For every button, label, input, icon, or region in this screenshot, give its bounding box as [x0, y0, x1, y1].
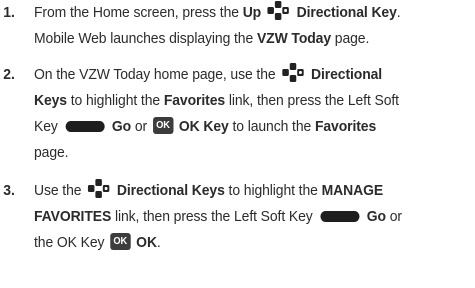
- step-text: page.: [34, 144, 69, 161]
- step-text: From the Home screen, press the: [34, 4, 239, 21]
- link-name: Favorites: [163, 92, 226, 109]
- step-text: link, then press the Left Soft: [228, 92, 399, 109]
- step-line: Use the Directional Keys to highlight th…: [34, 178, 439, 204]
- step-line: page.: [34, 140, 439, 166]
- step-text: Key: [34, 118, 58, 135]
- step-text: link, then press the Left Soft Key: [114, 208, 313, 225]
- key-name: Keys: [34, 92, 67, 109]
- key-name: Directional Key: [296, 4, 397, 21]
- key-name: OK: [136, 234, 157, 251]
- step-text: or: [389, 208, 402, 225]
- step-number: 1.: [3, 4, 15, 21]
- step-text: page.: [334, 30, 370, 47]
- step-number: 2.: [3, 66, 15, 83]
- ok-key-icon: OK: [110, 232, 131, 250]
- directional-keypad-icon: [282, 63, 304, 83]
- step-text: .: [396, 4, 401, 21]
- ok-key-icon: OK: [152, 116, 174, 134]
- step-2: 2. On the VZW Today home page, use the D…: [3, 62, 439, 166]
- left-soft-key-icon: [65, 120, 105, 132]
- link-name: MANAGE: [321, 182, 384, 199]
- step-text: Use the: [34, 182, 82, 199]
- link-name: FAVORITES: [34, 208, 112, 225]
- key-name: Directional: [311, 66, 383, 83]
- step-text: to highlight the: [228, 182, 318, 199]
- key-name: Go: [111, 118, 132, 135]
- step-text: to highlight the: [70, 92, 161, 109]
- step-text: to launch the: [232, 118, 312, 135]
- step-text: On the VZW Today home page, use the: [34, 66, 276, 83]
- step-number: 3.: [3, 182, 15, 199]
- step-text: or: [134, 118, 148, 135]
- step-line: the OK Key OK OK.: [34, 230, 439, 256]
- left-soft-key-icon: [320, 210, 360, 222]
- step-line: Mobile Web launches displaying the VZW T…: [34, 26, 439, 52]
- key-name: Directional Keys: [116, 182, 225, 199]
- step-line: Key Go or OK OK Key to launch the Favori…: [34, 114, 439, 140]
- step-3: 3. Use the Directional Keys to highlight…: [3, 178, 439, 256]
- step-line: From the Home screen, press the Up Direc…: [34, 0, 439, 26]
- page-name: Favorites: [314, 118, 377, 135]
- step-text: Mobile Web launches displaying the: [34, 30, 254, 47]
- page-name: VZW Today: [256, 30, 332, 47]
- step-line: FAVORITES link, then press the Left Soft…: [34, 204, 439, 230]
- directional-keypad-icon: [88, 179, 110, 199]
- instruction-page: 1. From the Home screen, press the Up Di…: [0, 0, 475, 288]
- directional-keypad-icon: [267, 1, 290, 21]
- step-line: On the VZW Today home page, use the Dire…: [34, 62, 439, 88]
- key-name: Go: [366, 208, 386, 225]
- key-name: OK Key: [178, 118, 229, 135]
- step-1: 1. From the Home screen, press the Up Di…: [3, 0, 439, 52]
- step-text: the OK Key: [34, 234, 105, 251]
- step-text: .: [156, 234, 161, 251]
- step-line: Keys to highlight the Favorites link, th…: [34, 88, 439, 114]
- key-name: Up: [242, 4, 262, 21]
